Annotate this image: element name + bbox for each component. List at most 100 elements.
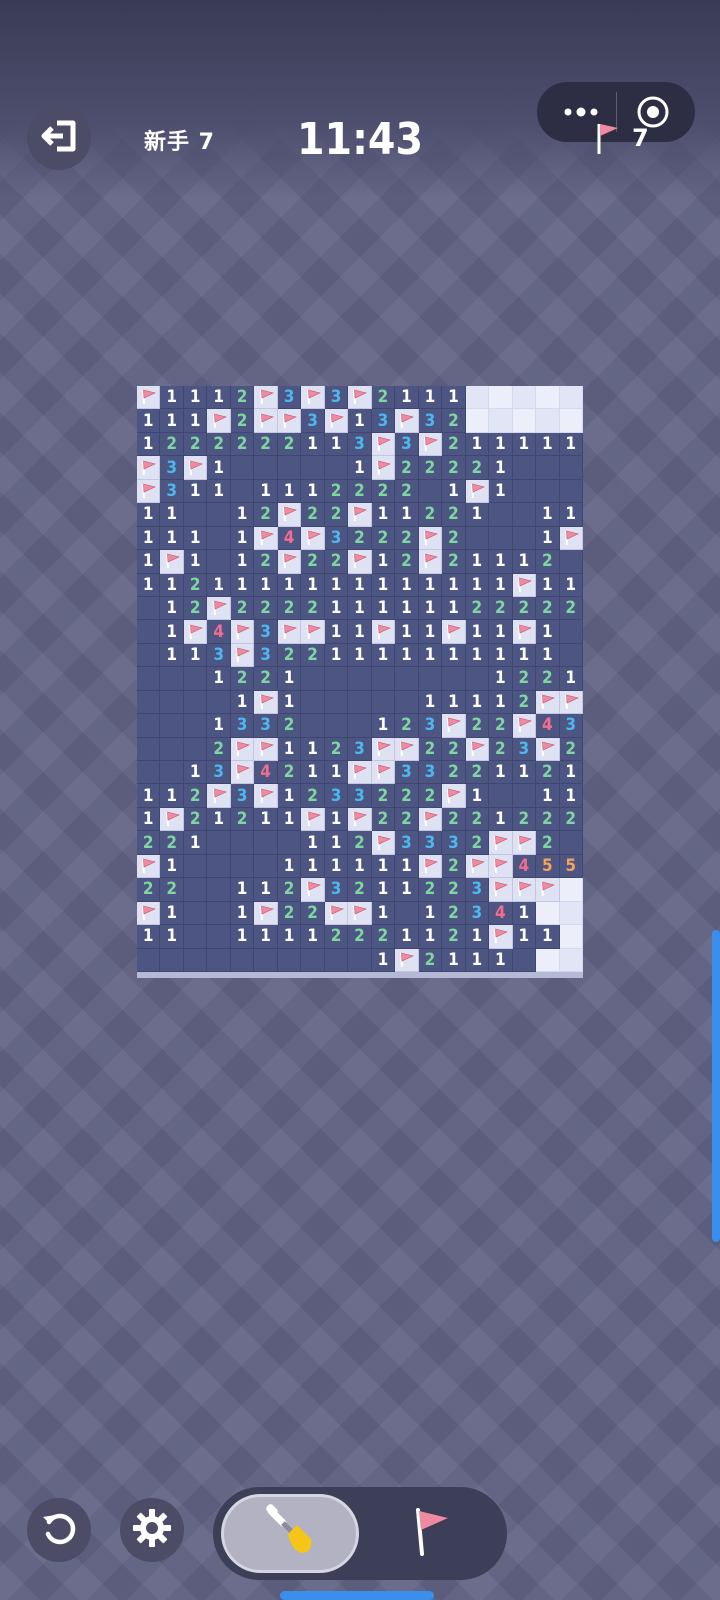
number-cell[interactable]: 1 (489, 643, 513, 668)
number-cell[interactable]: 1 (371, 901, 396, 926)
number-cell[interactable]: 2 (301, 901, 325, 926)
empty-cell[interactable] (207, 948, 231, 972)
number-cell[interactable]: 2 (254, 550, 278, 574)
flagged-cell[interactable] (348, 550, 372, 574)
number-cell[interactable]: 2 (442, 854, 466, 879)
number-cell[interactable]: 2 (277, 878, 302, 902)
empty-cell[interactable] (183, 901, 208, 926)
number-cell[interactable]: 4 (536, 714, 560, 738)
number-cell[interactable]: 1 (137, 573, 161, 597)
number-cell[interactable]: 3 (301, 409, 325, 433)
number-cell[interactable]: 1 (207, 573, 231, 597)
flagged-cell[interactable] (442, 784, 466, 808)
flagged-cell[interactable] (371, 761, 396, 785)
number-cell[interactable]: 2 (230, 432, 255, 457)
number-cell[interactable]: 1 (371, 878, 396, 902)
number-cell[interactable]: 2 (559, 737, 583, 762)
flagged-cell[interactable] (207, 784, 231, 808)
number-cell[interactable]: 1 (371, 573, 396, 597)
number-cell[interactable]: 4 (254, 761, 278, 785)
number-cell[interactable]: 1 (230, 550, 255, 574)
number-cell[interactable]: 1 (301, 854, 325, 879)
empty-cell[interactable] (207, 690, 231, 715)
unrevealed-cell[interactable] (465, 386, 490, 410)
number-cell[interactable]: 2 (418, 737, 443, 762)
number-cell[interactable]: 2 (183, 596, 208, 621)
number-cell[interactable]: 1 (536, 503, 560, 527)
number-cell[interactable]: 1 (371, 643, 396, 668)
number-cell[interactable]: 1 (512, 643, 537, 668)
number-cell[interactable]: 2 (254, 503, 278, 527)
number-cell[interactable]: 1 (207, 479, 231, 504)
number-cell[interactable]: 1 (207, 386, 231, 410)
number-cell[interactable]: 4 (512, 854, 537, 879)
number-cell[interactable]: 1 (137, 784, 161, 808)
number-cell[interactable]: 2 (301, 784, 325, 808)
number-cell[interactable]: 1 (207, 807, 231, 832)
unrevealed-cell[interactable] (559, 409, 583, 433)
number-cell[interactable]: 2 (536, 596, 560, 621)
number-cell[interactable]: 1 (395, 854, 419, 879)
number-cell[interactable]: 2 (559, 596, 583, 621)
number-cell[interactable]: 3 (395, 831, 419, 855)
empty-cell[interactable] (230, 948, 255, 972)
empty-cell[interactable] (301, 948, 325, 972)
empty-cell[interactable] (160, 948, 184, 972)
number-cell[interactable]: 1 (465, 643, 490, 668)
number-cell[interactable]: 1 (207, 714, 231, 738)
flagged-cell[interactable] (254, 690, 278, 715)
empty-cell[interactable] (183, 667, 208, 691)
number-cell[interactable]: 1 (442, 596, 466, 621)
number-cell[interactable]: 1 (512, 901, 537, 926)
number-cell[interactable]: 2 (465, 807, 490, 832)
empty-cell[interactable] (254, 831, 278, 855)
flagged-cell[interactable] (371, 620, 396, 644)
flagged-cell[interactable] (536, 878, 560, 902)
flagged-cell[interactable] (277, 503, 302, 527)
number-cell[interactable]: 2 (442, 550, 466, 574)
number-cell[interactable]: 3 (254, 643, 278, 668)
number-cell[interactable]: 2 (442, 878, 466, 902)
number-cell[interactable]: 3 (230, 784, 255, 808)
number-cell[interactable]: 1 (465, 620, 490, 644)
number-cell[interactable]: 1 (489, 807, 513, 832)
number-cell[interactable]: 3 (442, 831, 466, 855)
number-cell[interactable]: 2 (230, 409, 255, 433)
number-cell[interactable]: 1 (465, 503, 490, 527)
number-cell[interactable]: 1 (160, 925, 184, 949)
empty-cell[interactable] (207, 831, 231, 855)
number-cell[interactable]: 1 (348, 456, 372, 480)
number-cell[interactable]: 1 (442, 479, 466, 504)
number-cell[interactable]: 1 (324, 620, 349, 644)
number-cell[interactable]: 1 (137, 925, 161, 949)
number-cell[interactable]: 1 (536, 432, 560, 457)
flagged-cell[interactable] (301, 526, 325, 551)
number-cell[interactable]: 1 (277, 854, 302, 879)
number-cell[interactable]: 1 (254, 925, 278, 949)
number-cell[interactable]: 1 (137, 526, 161, 551)
number-cell[interactable]: 2 (183, 807, 208, 832)
unrevealed-cell[interactable] (559, 878, 583, 902)
number-cell[interactable]: 3 (512, 737, 537, 762)
flagged-cell[interactable] (418, 550, 443, 574)
number-cell[interactable]: 1 (418, 386, 443, 410)
empty-cell[interactable] (371, 690, 396, 715)
number-cell[interactable]: 1 (230, 573, 255, 597)
number-cell[interactable]: 3 (395, 432, 419, 457)
number-cell[interactable]: 4 (277, 526, 302, 551)
number-cell[interactable]: 1 (254, 878, 278, 902)
number-cell[interactable]: 2 (324, 550, 349, 574)
empty-cell[interactable] (418, 667, 443, 691)
empty-cell[interactable] (489, 503, 513, 527)
number-cell[interactable]: 2 (371, 526, 396, 551)
empty-cell[interactable] (465, 667, 490, 691)
number-cell[interactable]: 3 (348, 432, 372, 457)
empty-cell[interactable] (137, 761, 161, 785)
number-cell[interactable]: 1 (559, 784, 583, 808)
number-cell[interactable]: 2 (348, 831, 372, 855)
number-cell[interactable]: 1 (559, 667, 583, 691)
number-cell[interactable]: 1 (230, 526, 255, 551)
number-cell[interactable]: 2 (536, 761, 560, 785)
number-cell[interactable]: 1 (442, 573, 466, 597)
flagged-cell[interactable] (418, 807, 443, 832)
